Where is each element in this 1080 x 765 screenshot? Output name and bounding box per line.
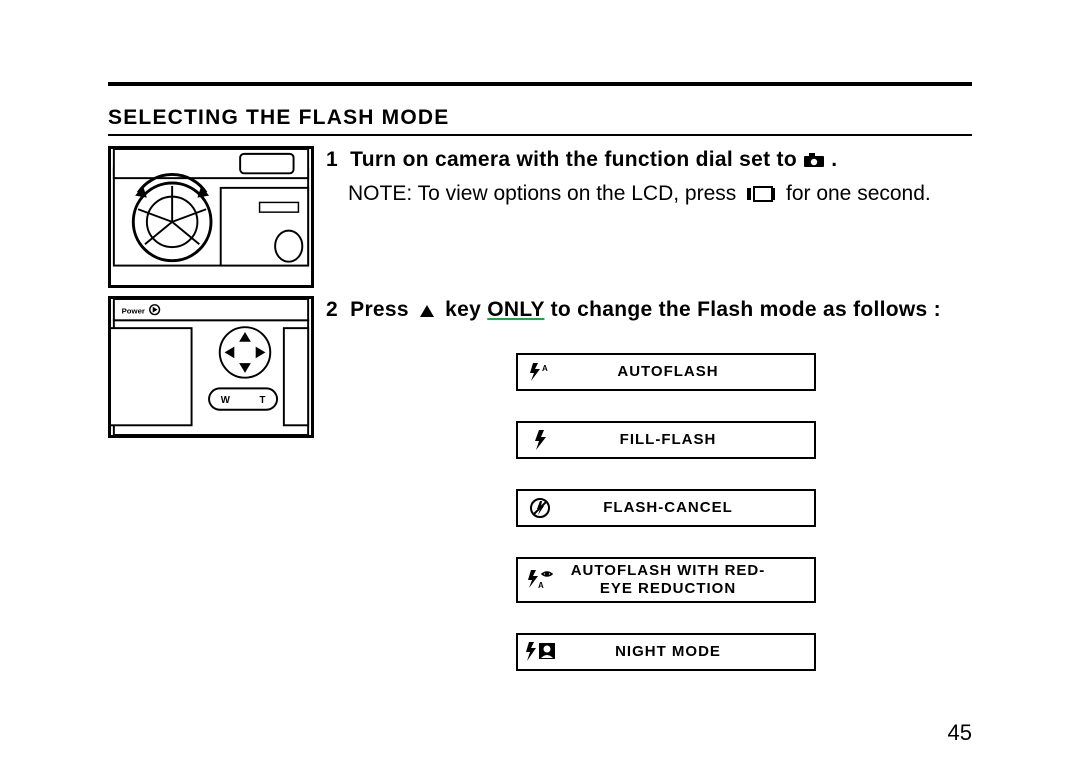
step-2-text-b: key bbox=[445, 298, 481, 321]
note-text-a: NOTE: To view options on the LCD, press bbox=[348, 182, 736, 205]
camera-icon bbox=[803, 148, 825, 175]
flash-mode-list: A AUTOFLASH FILL-FLASH bbox=[516, 353, 972, 671]
illustration-controls: Power W T bbox=[108, 296, 314, 438]
step-2-row: Power W T 2 Press bbox=[108, 296, 972, 671]
lcd-button-icon bbox=[746, 181, 776, 210]
step-1-text-b: . bbox=[831, 148, 837, 171]
note-text-b: for one second. bbox=[786, 182, 931, 205]
mode-label: AUTOFLASH bbox=[562, 363, 814, 382]
step-2-number: 2 bbox=[326, 296, 344, 323]
flash-night-icon bbox=[518, 641, 562, 663]
flash-auto-icon: A bbox=[518, 362, 562, 382]
mode-label: FILL-FLASH bbox=[562, 431, 814, 450]
illustration-dial bbox=[108, 146, 314, 288]
mode-label: FLASH-CANCEL bbox=[562, 499, 814, 518]
step-2-text-c: to change the Flash mode as follows : bbox=[551, 298, 941, 321]
flash-fill-icon bbox=[518, 429, 562, 451]
mode-fillflash: FILL-FLASH bbox=[516, 421, 816, 459]
up-triangle-icon bbox=[419, 298, 435, 325]
step-1-text: 1 Turn on camera with the function dial … bbox=[326, 146, 972, 175]
mode-redeye: A AUTOFLASH WITH RED-EYE REDUCTION bbox=[516, 557, 816, 603]
page-number: 45 bbox=[948, 720, 972, 746]
step-1-row: 1 Turn on camera with the function dial … bbox=[108, 146, 972, 288]
mode-night: NIGHT MODE bbox=[516, 633, 816, 671]
mode-autoflash: A AUTOFLASH bbox=[516, 353, 816, 391]
mode-label: NIGHT MODE bbox=[562, 643, 814, 662]
step-1-number: 1 bbox=[326, 146, 344, 173]
flash-cancel-icon bbox=[518, 497, 562, 519]
step-2-text: 2 Press key ONLY to change the Flash mod… bbox=[326, 296, 972, 325]
step-1-note: NOTE: To view options on the LCD, press … bbox=[348, 179, 972, 210]
step-1-text-a: Turn on camera with the function dial se… bbox=[350, 148, 797, 171]
svg-text:Power: Power bbox=[122, 307, 145, 316]
svg-text:W: W bbox=[221, 395, 231, 406]
step-2-only: ONLY bbox=[487, 298, 544, 321]
svg-text:A: A bbox=[542, 364, 548, 373]
section-title: SELECTING THE FLASH MODE bbox=[108, 106, 972, 136]
flash-redeye-icon: A bbox=[518, 568, 562, 592]
step-2-text-a: Press bbox=[350, 298, 409, 321]
svg-text:A: A bbox=[538, 581, 544, 590]
svg-text:T: T bbox=[260, 395, 266, 406]
mode-label: AUTOFLASH WITH RED-EYE REDUCTION bbox=[562, 562, 814, 600]
top-rule bbox=[108, 82, 972, 86]
mode-flashcancel: FLASH-CANCEL bbox=[516, 489, 816, 527]
